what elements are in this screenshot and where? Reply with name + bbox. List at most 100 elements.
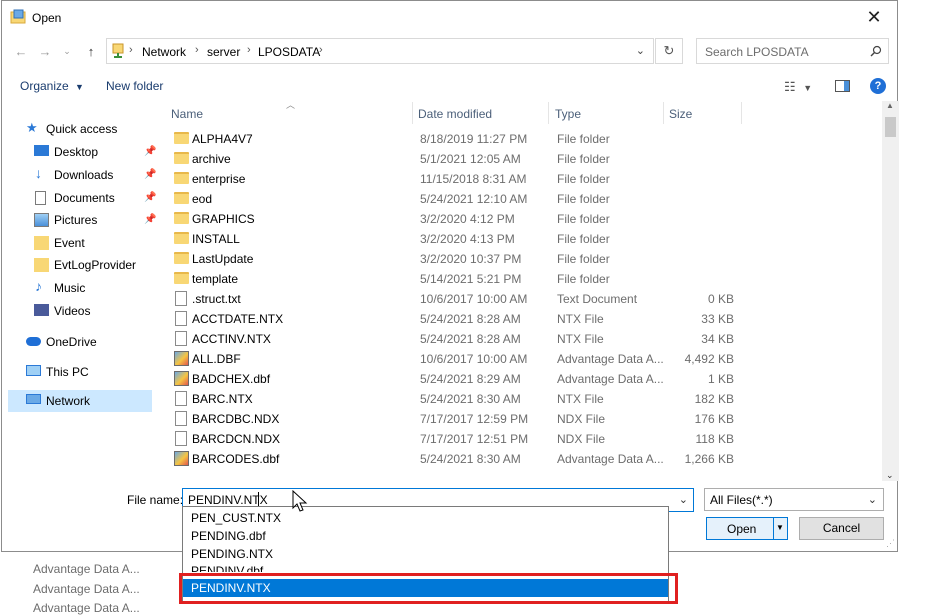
refresh-button[interactable]: ↻ (655, 38, 683, 64)
new-folder-button[interactable]: New folder (106, 79, 163, 93)
scroll-up-icon[interactable]: ▲ (886, 101, 894, 110)
breadcrumb-separator-icon: › (319, 44, 323, 56)
cloud-icon (26, 337, 41, 346)
view-options-button[interactable]: ☷ ▼ (784, 79, 812, 95)
sidebar-item-evtlogprovider[interactable]: EvtLogProvider (8, 254, 152, 276)
organize-label: Organize (20, 79, 69, 93)
scrollbar-thumb[interactable] (885, 117, 896, 137)
sidebar-item-downloads[interactable]: ↓ Downloads 📌 (8, 164, 156, 186)
preview-pane-icon (844, 81, 849, 91)
autocomplete-item[interactable]: PENDING.NTX (183, 545, 668, 563)
chevron-down-icon[interactable]: ⌄ (679, 493, 688, 506)
file-row[interactable]: ACCTINV.NTX 5/24/2021 8:28 AM NTX File 34 K… (164, 329, 742, 349)
preview-pane-button[interactable] (835, 80, 850, 92)
autocomplete-item-label: PENDINV.dbf (191, 564, 264, 572)
file-row[interactable]: BARCDBC.NDX 7/17/2017 12:59 PM NDX File 176… (164, 409, 742, 429)
back-button[interactable]: ← (11, 41, 31, 61)
file-row[interactable]: BARCODES.dbf 5/24/2021 8:30 AM Advantage D… (164, 449, 742, 469)
organize-button[interactable]: Organize ▼ (20, 79, 84, 93)
column-divider[interactable] (663, 102, 664, 124)
file-list-scrollbar[interactable]: ▲ ⌄ (882, 101, 899, 481)
file-type: NDX File (557, 412, 606, 426)
breadcrumb-separator-icon: › (247, 44, 251, 56)
computer-icon (26, 365, 41, 376)
file-row[interactable]: archive 5/1/2021 12:05 AM File folder (164, 149, 742, 169)
help-button[interactable]: ? (870, 78, 886, 94)
sidebar-item-quick-access[interactable]: ★ Quick access (8, 118, 152, 140)
up-button[interactable]: ↑ (81, 41, 101, 61)
file-size: 118 KB (695, 432, 734, 446)
caret-down-icon: ▼ (75, 82, 84, 92)
file-type-select[interactable]: All Files(*.*) ⌄ (704, 488, 884, 511)
file-name: BADCHEX.dbf (192, 372, 271, 386)
caret-down-icon: ▼ (803, 83, 813, 93)
file-row[interactable]: ACCTDATE.NTX 5/24/2021 8:28 AM NTX File 33 … (164, 309, 742, 329)
file-row[interactable]: .struct.txt 10/6/2017 10:00 AM Text Docume… (164, 289, 742, 309)
network-location-icon (112, 43, 124, 58)
address-dropdown-icon[interactable]: ⌄ (636, 44, 645, 57)
file-row[interactable]: eod 5/24/2021 12:10 AM File folder (164, 189, 742, 209)
autocomplete-item[interactable]: PEN_CUST.NTX (183, 509, 668, 527)
column-divider[interactable] (548, 102, 549, 124)
search-input[interactable]: Search LPOSDATA (696, 38, 889, 64)
file-row[interactable]: ALL.DBF 10/6/2017 10:00 AM Advantage Data … (164, 349, 742, 369)
file-row[interactable]: template 5/14/2021 5:21 PM File folder (164, 269, 742, 289)
file-row[interactable]: enterprise 11/15/2018 8:31 AM File folder (164, 169, 742, 189)
breadcrumb-lposdata[interactable]: LPOSDATA (258, 45, 320, 59)
folder-icon (174, 232, 189, 244)
file-row[interactable]: BADCHEX.dbf 5/24/2021 8:29 AM Advantage Da… (164, 369, 742, 389)
file-row[interactable]: BARCDCN.NDX 7/17/2017 12:51 PM NDX File 118… (164, 429, 742, 449)
pin-icon: 📌 (144, 214, 157, 225)
column-divider[interactable] (412, 102, 413, 124)
sidebar-item-desktop[interactable]: Desktop 📌 (8, 141, 156, 163)
cancel-button[interactable]: Cancel (799, 517, 884, 540)
file-type: File folder (557, 132, 610, 146)
pictures-icon (34, 213, 49, 227)
caret-down-icon[interactable]: ▼ (776, 523, 784, 532)
file-name: .struct.txt (192, 292, 241, 306)
file-name: LastUpdate (192, 252, 254, 266)
file-name: enterprise (192, 172, 246, 186)
file-name: BARCODES.dbf (192, 452, 280, 466)
sidebar-item-pictures[interactable]: Pictures 📌 (8, 209, 156, 231)
column-header-size[interactable]: Size (669, 107, 692, 121)
column-header-date[interactable]: Date modified (418, 107, 492, 121)
sidebar-item-videos[interactable]: Videos (8, 300, 152, 322)
sidebar-item-music[interactable]: ♪ Music (8, 277, 152, 299)
scroll-down-icon[interactable]: ⌄ (886, 470, 894, 481)
folder-icon (174, 132, 189, 144)
autocomplete-item[interactable]: PENDINV.dbf (183, 562, 668, 572)
file-size: 4,492 KB (684, 352, 734, 366)
file-icon (175, 311, 187, 326)
breadcrumb-server[interactable]: server (207, 45, 240, 59)
file-row[interactable]: INSTALL 3/2/2020 4:13 PM File folder (164, 229, 742, 249)
breadcrumb-network[interactable]: Network (142, 45, 186, 59)
file-row[interactable]: GRAPHICS 3/2/2020 4:12 PM File folder (164, 209, 742, 229)
column-header-name[interactable]: Name (171, 107, 203, 121)
sidebar-item-event[interactable]: Event (8, 232, 152, 254)
file-row[interactable]: ALPHA4V7 8/18/2019 11:27 PM File folder (164, 129, 742, 149)
sort-ascending-icon: ︿ (286, 100, 296, 110)
file-row[interactable]: LastUpdate 3/2/2020 10:37 PM File folder (164, 249, 742, 269)
file-icon (175, 291, 187, 306)
address-bar[interactable]: › Network › server › LPOSDATA › ⌄ (106, 38, 654, 64)
autocomplete-item[interactable]: PENDING.dbf (183, 527, 668, 545)
database-file-icon (174, 371, 189, 386)
refresh-icon: ↻ (663, 43, 675, 58)
column-divider[interactable] (741, 102, 742, 124)
file-date: 5/24/2021 8:28 AM (420, 312, 521, 326)
close-button[interactable]: ✕ (851, 1, 897, 34)
sidebar-item-documents[interactable]: Documents 📌 (8, 187, 156, 209)
sidebar-item-onedrive[interactable]: OneDrive (8, 331, 152, 353)
folder-icon (174, 152, 189, 164)
column-header-type[interactable]: Type (555, 107, 581, 121)
file-row[interactable]: BARC.NTX 5/24/2021 8:30 AM NTX File 182 KB (164, 389, 742, 409)
file-name: eod (192, 192, 213, 206)
recent-locations-button[interactable]: ⌄ (57, 41, 77, 61)
forward-button[interactable]: → (35, 41, 55, 61)
open-button[interactable]: Open ▼ (706, 517, 788, 540)
sidebar-item-network[interactable]: Network (8, 390, 152, 412)
sidebar-item-this-pc[interactable]: This PC (8, 361, 152, 383)
resize-grip-icon[interactable]: ⋰ (886, 538, 895, 549)
background-row: Advantage Data A... (33, 562, 140, 576)
